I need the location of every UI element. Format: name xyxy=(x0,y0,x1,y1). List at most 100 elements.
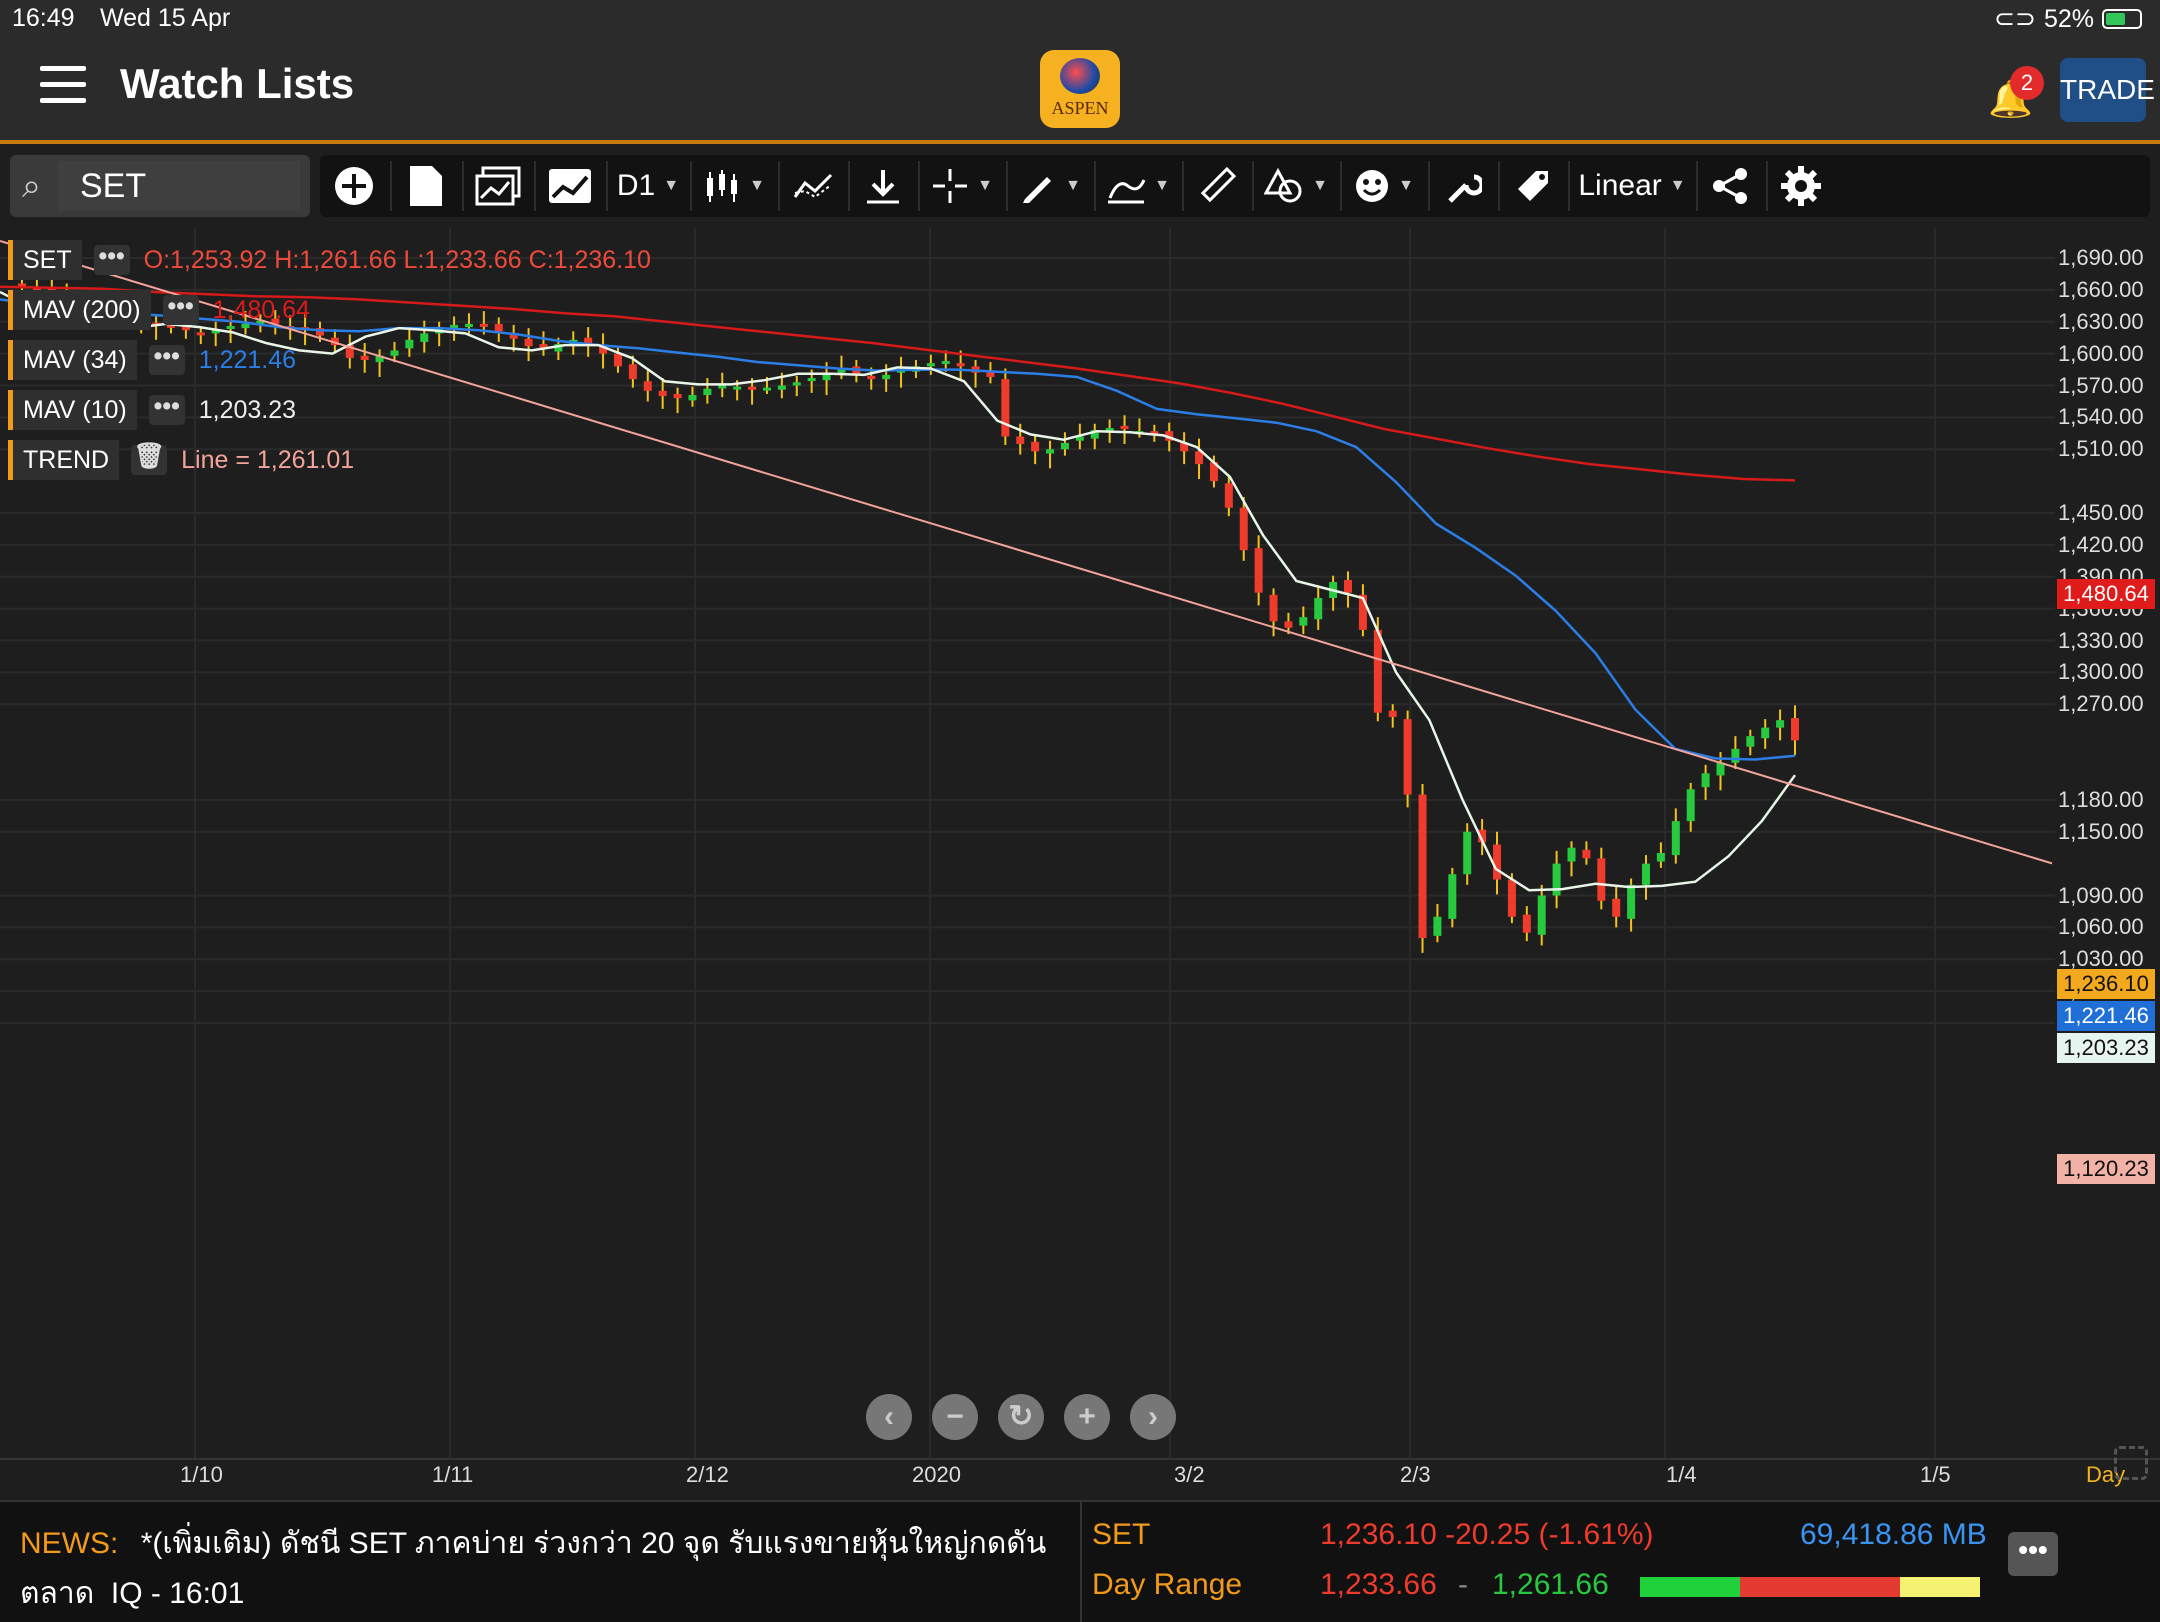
compare-charts-icon[interactable] xyxy=(464,155,532,217)
candle-body xyxy=(613,353,622,367)
legend-mav200-label[interactable]: MAV (200) xyxy=(8,290,151,330)
candle-body xyxy=(673,394,682,399)
search-input[interactable] xyxy=(58,161,312,211)
legend-mav10-label[interactable]: MAV (10) xyxy=(8,390,137,430)
tag-icon[interactable] xyxy=(1500,155,1566,217)
chart-area[interactable] xyxy=(0,228,2060,1458)
scroll-left-button[interactable]: ‹ xyxy=(866,1394,912,1440)
link-icon: ⊂⊃ xyxy=(1994,5,2036,33)
legend-symbol[interactable]: SET xyxy=(8,240,82,280)
news-ticker[interactable]: NEWS: *(เพิ่มเติม) ดัชนี SET ภาคบ่าย ร่ว… xyxy=(0,1502,1070,1622)
legend-more-button[interactable]: ••• xyxy=(148,394,185,425)
search-icon: ⌕ xyxy=(22,167,42,205)
reset-view-button[interactable]: ↻ xyxy=(998,1394,1044,1440)
event-markers-icon[interactable] xyxy=(850,155,916,217)
x-tick-label: 2020 xyxy=(912,1462,961,1487)
trash-icon[interactable]: 🗑 xyxy=(131,444,168,475)
clock: 16:49 xyxy=(12,4,75,32)
x-tick-label: 1/11 xyxy=(432,1462,474,1487)
crosshair-icon[interactable]: ▼ xyxy=(920,155,1004,217)
legend-mav200-row: MAV (200) ••• 1,480.64 xyxy=(8,290,310,330)
candle-body xyxy=(1224,483,1233,508)
candle-body xyxy=(1388,710,1397,717)
trade-button[interactable]: TRADE xyxy=(2060,58,2155,122)
status-right: ⊂⊃ 52% xyxy=(1994,4,2142,34)
news-headline-1: *(เพิ่มเติม) ดัชนี SET ภาคบ่าย ร่วงกว่า … xyxy=(140,1527,1047,1560)
expand-icon[interactable] xyxy=(2114,1446,2148,1480)
price-chart[interactable] xyxy=(0,228,2060,1458)
candle-body xyxy=(1269,594,1278,622)
menu-icon[interactable] xyxy=(40,66,86,106)
emoji-icon[interactable]: ▼ xyxy=(1342,155,1426,217)
shapes-icon[interactable]: ▼ xyxy=(1254,155,1338,217)
date: Wed 15 Apr xyxy=(100,4,231,32)
mav10-price-label: 1,203.23 xyxy=(2057,1033,2155,1063)
candle-body xyxy=(718,385,727,389)
fib-tool-icon[interactable]: ▼ xyxy=(1096,155,1180,217)
scale-dropdown[interactable]: Linear ▼ xyxy=(1570,155,1694,217)
legend-ohlc: O:1,253.92 H:1,261.66 L:1,233.66 C:1,236… xyxy=(143,245,651,274)
notification-badge: 2 xyxy=(2010,66,2044,100)
zoom-in-button[interactable]: + xyxy=(1064,1394,1110,1440)
chart-type-icon[interactable] xyxy=(536,155,604,217)
candle-body xyxy=(807,378,816,382)
candle-body xyxy=(405,339,414,349)
legend-more-button[interactable]: ••• xyxy=(162,294,199,325)
candle-body xyxy=(703,388,712,396)
candle-body xyxy=(1656,853,1665,862)
footer-bar: NEWS: *(เพิ่มเติม) ดัชนี SET ภาคบ่าย ร่ว… xyxy=(0,1500,2160,1622)
candle-body xyxy=(1254,548,1263,593)
candle-body xyxy=(1627,884,1636,919)
legend-more-button[interactable]: ••• xyxy=(93,244,130,275)
close-price-label: 1,236.10 xyxy=(2057,969,2155,999)
day-range-separator: - xyxy=(1458,1568,1468,1601)
y-tick-label: 1,150.00 xyxy=(2058,818,2144,844)
candle-body xyxy=(1776,720,1785,728)
x-tick-label: 2/12 xyxy=(686,1462,729,1487)
candle-body xyxy=(628,364,637,380)
x-tick-label: 3/2 xyxy=(1174,1462,1205,1487)
candle-body xyxy=(658,390,667,397)
zoom-out-button[interactable]: − xyxy=(932,1394,978,1440)
scale-label: Linear xyxy=(1578,169,1662,202)
logo-text: ASPEN xyxy=(1051,98,1109,118)
candle-body xyxy=(956,363,965,367)
candle-body xyxy=(1060,442,1069,450)
add-icon[interactable] xyxy=(320,155,388,217)
day-range-label: Day Range xyxy=(1092,1568,1243,1601)
legend-mav34-label[interactable]: MAV (34) xyxy=(8,340,137,380)
candle-body xyxy=(390,350,399,356)
legend-more-button[interactable]: ••• xyxy=(148,344,185,375)
candle-body xyxy=(1701,773,1710,788)
candle-style-icon[interactable]: ▼ xyxy=(692,155,776,217)
new-document-icon[interactable] xyxy=(392,155,460,217)
y-tick-label: 1,270.00 xyxy=(2058,691,2144,717)
candle-body xyxy=(1686,789,1695,822)
candle-body xyxy=(882,374,891,380)
time-axis[interactable] xyxy=(0,1458,2160,1500)
interval-dropdown[interactable]: D1 ▼ xyxy=(608,155,688,217)
candle-body xyxy=(733,386,742,390)
y-tick-label: 1,420.00 xyxy=(2058,531,2144,557)
legend-trend-label[interactable]: TREND xyxy=(8,440,120,480)
scroll-right-button[interactable]: › xyxy=(1130,1394,1176,1440)
ruler-icon[interactable] xyxy=(1184,155,1250,217)
wrench-icon[interactable] xyxy=(1430,155,1496,217)
candle-body xyxy=(1671,821,1680,856)
candle-body xyxy=(1463,831,1472,875)
x-tick-label: 1/5 xyxy=(1920,1462,1951,1487)
settings-gear-icon[interactable] xyxy=(1768,155,1834,217)
share-icon[interactable] xyxy=(1698,155,1764,217)
draw-pencil-icon[interactable]: ▼ xyxy=(1008,155,1092,217)
y-tick-label: 1,510.00 xyxy=(2058,436,2144,462)
indicator-icon[interactable] xyxy=(780,155,846,217)
candle-body xyxy=(1120,425,1129,430)
candle-body xyxy=(420,333,429,342)
y-tick-label: 1,180.00 xyxy=(2058,786,2144,812)
more-options-button[interactable]: ••• xyxy=(2008,1532,2058,1576)
candle-body xyxy=(1522,914,1531,933)
candle-body xyxy=(1612,898,1621,917)
candle-body xyxy=(479,323,488,327)
candle-body xyxy=(360,355,369,360)
candle-body xyxy=(1031,441,1040,452)
